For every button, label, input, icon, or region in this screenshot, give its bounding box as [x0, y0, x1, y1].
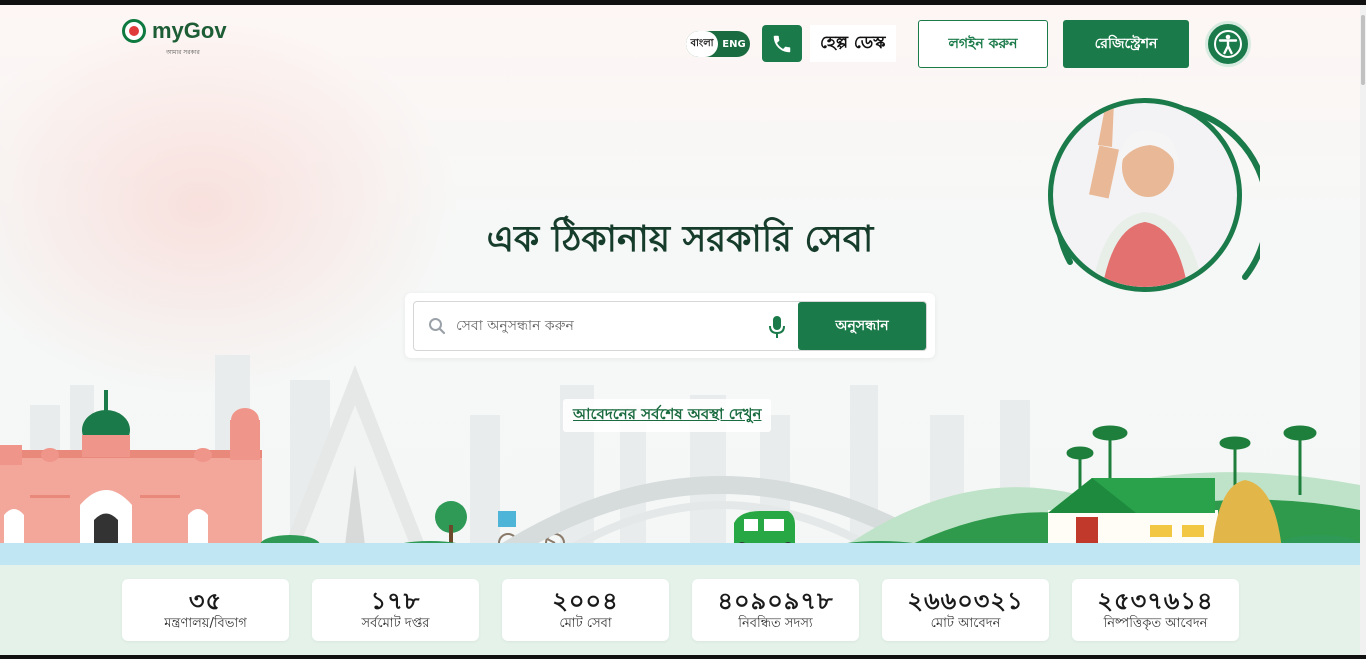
hero-background-glow [0, 15, 460, 395]
stat-value: ২০০৪ [552, 587, 619, 615]
search-icon [429, 318, 446, 335]
tree [435, 501, 467, 547]
stat-label: মন্ত্রণালয়/বিভাগ [164, 616, 247, 631]
stat-card-resolved: ২৫৩৭৬১৪ নিষ্পত্তিকৃত আবেদন [1072, 579, 1239, 641]
search-input[interactable] [456, 312, 756, 340]
page-scrollbar[interactable] [1360, 5, 1366, 655]
lang-option-english[interactable]: ENG [718, 39, 750, 50]
search-box: অনুসন্ধান [413, 301, 927, 351]
application-status-link[interactable]: আবেদনের সর্বশেষ অবস্থা দেখুন [563, 399, 772, 432]
stat-label: নিবন্ধিত সদস্য [738, 616, 813, 631]
stat-value: ২৬৬০৩২১ [907, 587, 1024, 615]
stat-card-services: ২০০৪ মোট সেবা [502, 579, 669, 641]
accessibility-icon[interactable] [1205, 21, 1251, 67]
stat-value: ২৫৩৭৬১৪ [1097, 587, 1214, 615]
leader-portrait [1048, 98, 1260, 292]
stat-label: মোট সেবা [559, 616, 612, 631]
register-button[interactable]: রেজিস্ট্রেশন [1063, 20, 1189, 68]
search-panel: অনুসন্ধান [405, 293, 935, 358]
lang-option-bangla[interactable]: বাংলা [686, 31, 718, 57]
page-headline: এক ঠিকানায় সরকারি সেবা [486, 219, 874, 260]
stat-value: ৩৫ [188, 587, 223, 615]
help-desk-label: হেল্প ডেস্ক [810, 25, 896, 62]
language-toggle[interactable]: বাংলা ENG [686, 31, 750, 57]
village-house [1048, 478, 1218, 550]
help-desk-button[interactable]: হেল্প ডেস্ক [762, 25, 896, 62]
logo-text: myGov [152, 18, 227, 43]
city-skyline-illustration [0, 355, 1360, 555]
stat-value: ১৭৮ [370, 587, 421, 615]
stat-card-offices: ১৭৮ সর্বমোট দপ্তর [312, 579, 479, 641]
mygov-logo-icon [122, 19, 146, 43]
login-button[interactable]: লগইন করুন [918, 20, 1048, 68]
stat-label: নিষ্পত্তিকৃত আবেদন [1103, 616, 1208, 631]
river-strip [0, 543, 1360, 565]
mic-icon[interactable] [768, 315, 786, 339]
stat-label: মোট আবেদন [930, 616, 1001, 631]
search-button[interactable]: অনুসন্ধান [798, 302, 926, 350]
stat-value: ৪০৯০৯৭৮ [717, 587, 834, 615]
stat-card-members: ৪০৯০৯৭৮ নিবন্ধিত সদস্য [692, 579, 859, 641]
mygov-logo[interactable]: myGov আমার সরকার [122, 18, 227, 56]
stat-label: সর্বমোট দপ্তর [361, 616, 430, 631]
hero-section: myGov আমার সরকার বাংলা ENG হেল্প ডেস্ক ল… [0, 5, 1360, 565]
scrollbar-thumb[interactable] [1361, 15, 1365, 85]
window-bottom-border [0, 655, 1366, 659]
stats-section: ৩৫ মন্ত্রণালয়/বিভাগ ১৭৮ সর্বমোট দপ্তর ২… [0, 565, 1360, 655]
stat-card-ministries: ৩৫ মন্ত্রণালয়/বিভাগ [122, 579, 289, 641]
stat-card-applications: ২৬৬০৩২১ মোট আবেদন [882, 579, 1049, 641]
logo-tagline: আমার সরকার [166, 49, 200, 56]
phone-icon [762, 25, 802, 62]
